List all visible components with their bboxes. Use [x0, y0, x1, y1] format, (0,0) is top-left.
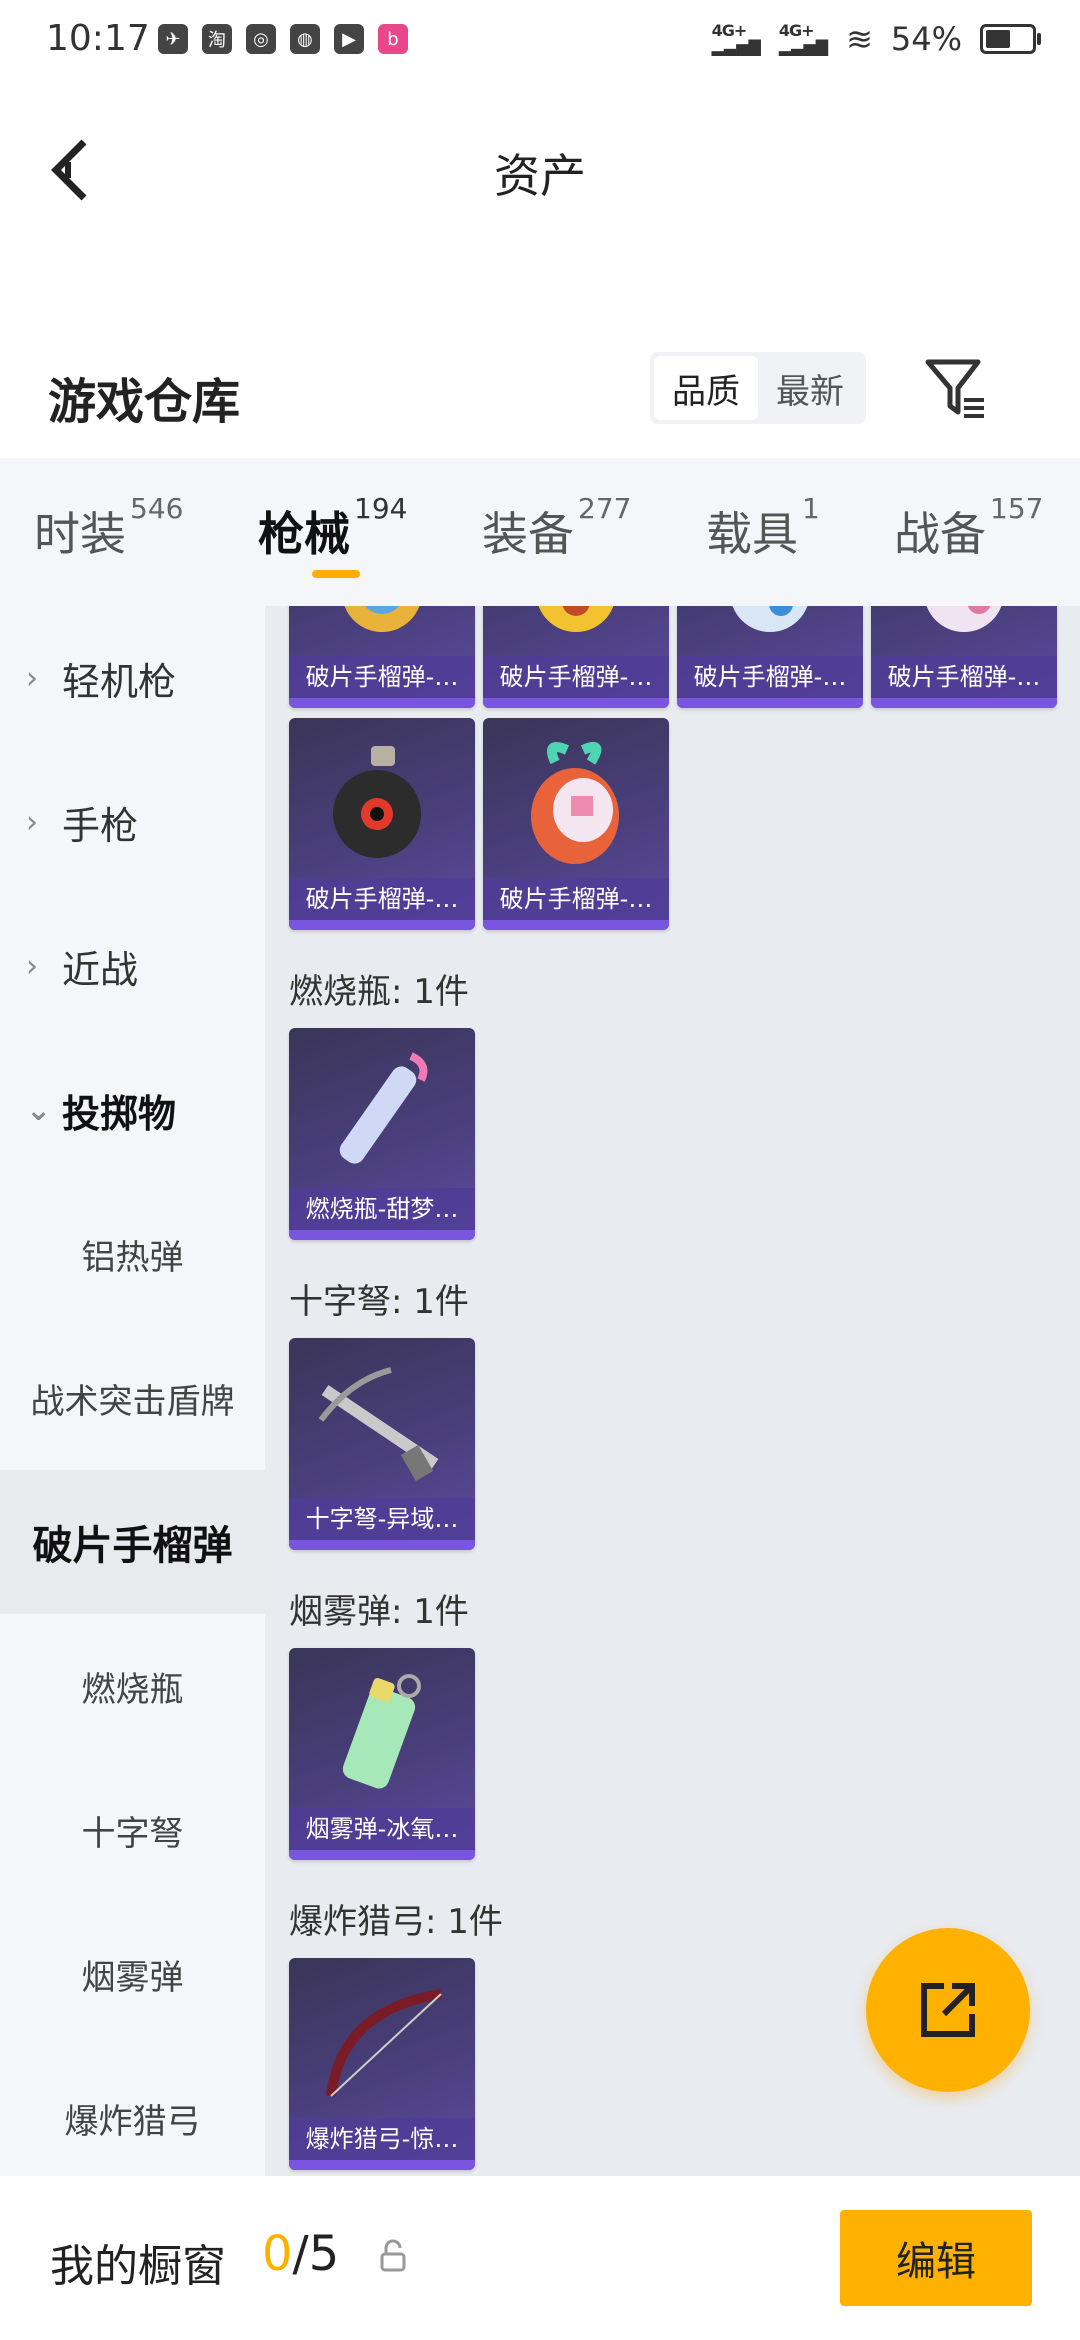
- sidebar-item-explosive-bow[interactable]: 爆炸猎弓: [0, 2046, 265, 2190]
- section-label-explosive-bow: 爆炸猎弓: 1件: [289, 1902, 503, 1942]
- item-card[interactable]: 十字弩-异域…: [289, 1338, 475, 1550]
- bird-icon: ✈: [158, 24, 188, 54]
- showcase-count: 0/5: [262, 2226, 340, 2282]
- item-card[interactable]: 燃烧瓶-甜梦…: [289, 1028, 475, 1240]
- item-card[interactable]: 破片手榴弹-…: [871, 606, 1057, 708]
- item-card[interactable]: 破片手榴弹-…: [483, 718, 669, 930]
- sidebar-item-molotov[interactable]: 燃烧瓶: [0, 1614, 265, 1758]
- share-fab-button[interactable]: [866, 1928, 1030, 2092]
- chevron-right-icon: ›: [26, 948, 38, 984]
- section-label-smoke: 烟雾弹: 1件: [289, 1592, 469, 1632]
- chevron-down-icon: ⌄: [26, 1092, 52, 1128]
- item-caption: 破片手榴弹-…: [483, 878, 669, 920]
- smoke-grenade-icon: [342, 1674, 421, 1789]
- item-caption: 破片手榴弹-…: [289, 878, 475, 920]
- sidebar-item-crossbow[interactable]: 十字弩: [0, 1758, 265, 1902]
- status-time: 10:17: [46, 18, 150, 59]
- category-tabs: 时装 546 枪械 194 装备 277 载具 1 战备 157: [0, 458, 1080, 606]
- signal-icon-2: 4G+ ▂▃▅▇: [778, 21, 829, 56]
- sidebar-item-frag-grenade[interactable]: 破片手榴弹: [0, 1470, 265, 1614]
- leaf-icon: ◍: [290, 24, 320, 54]
- item-caption: 破片手榴弹-…: [871, 656, 1057, 698]
- signal-icon: 4G+ ▂▃▅▇: [711, 21, 761, 56]
- play-icon: ▶: [334, 24, 364, 54]
- sidebar: › 轻机枪 › 手枪 › 近战 ⌄ 投掷物 铝热弹 战术突击盾牌 破片手榴弹 燃烧瓶 十…: [0, 606, 265, 2176]
- item-caption: 爆炸猎弓-惊…: [289, 2118, 475, 2160]
- status-right: 4G+ ▂▃▅▇ 4G+ ▂▃▅▇ ≋ 54%: [711, 20, 1041, 58]
- grenade-skin-icon: [538, 606, 614, 632]
- wifi-icon: ≋: [846, 20, 873, 58]
- section-label-crossbow: 十字弩: 1件: [289, 1282, 469, 1322]
- chevron-right-icon: ›: [26, 660, 38, 696]
- showcase-label: 我的橱窗: [50, 2241, 226, 2292]
- bow-icon: [326, 1989, 442, 2097]
- showcase-bar: 我的橱窗 0/5 编辑: [0, 2176, 1080, 2340]
- item-card[interactable]: 烟雾弹-冰氧…: [289, 1648, 475, 1860]
- item-caption: 破片手榴弹-…: [483, 656, 669, 698]
- item-caption: 烟雾弹-冰氧…: [289, 1808, 475, 1850]
- item-card[interactable]: 爆炸猎弓-惊…: [289, 1958, 475, 2170]
- item-card[interactable]: 破片手榴弹-…: [289, 718, 475, 930]
- frag-grenade-icon: [333, 746, 421, 858]
- item-card[interactable]: 破片手榴弹-…: [289, 606, 475, 708]
- item-caption: 十字弩-异域…: [289, 1498, 475, 1540]
- status-bar: 10:17 ✈ 淘 ◎ ◍ ▶ b 4G+ ▂▃▅▇ 4G+ ▂▃▅▇ ≋ 54%: [0, 0, 1080, 86]
- page-title: 资产: [494, 149, 586, 203]
- sidebar-item-pistol[interactable]: › 手枪: [0, 750, 265, 894]
- sort-toggle: 品质 最新: [650, 352, 866, 424]
- edit-button[interactable]: 编辑: [840, 2210, 1032, 2306]
- game-icon: ◎: [246, 24, 276, 54]
- notification-icons: ✈ 淘 ◎ ◍ ▶ b: [158, 24, 408, 54]
- lock-icon: [380, 2239, 406, 2272]
- tab-supplies[interactable]: 战备 157: [894, 492, 1043, 564]
- sidebar-item-smoke[interactable]: 烟雾弹: [0, 1902, 265, 2046]
- section-label-molotov: 燃烧瓶: 1件: [289, 972, 469, 1012]
- battery-percent: 54%: [890, 20, 962, 58]
- sort-newest-option[interactable]: 最新: [758, 356, 862, 420]
- item-card[interactable]: 破片手榴弹-…: [677, 606, 863, 708]
- sidebar-item-lmg[interactable]: › 轻机枪: [0, 606, 265, 750]
- tab-guns[interactable]: 枪械 194: [258, 492, 407, 564]
- active-tab-indicator: [312, 570, 360, 578]
- sidebar-item-thermite[interactable]: 铝热弹: [0, 1182, 265, 1326]
- grenade-skin-icon: [732, 606, 808, 632]
- item-caption: 破片手榴弹-…: [677, 656, 863, 698]
- crossbow-icon: [318, 1367, 439, 1481]
- tab-vehicles[interactable]: 载具 1: [706, 492, 820, 564]
- export-icon: [921, 1983, 975, 2037]
- filter-button[interactable]: [920, 352, 992, 424]
- item-caption: 破片手榴弹-…: [289, 656, 475, 698]
- battery-icon: [980, 24, 1041, 54]
- item-caption: 燃烧瓶-甜梦…: [289, 1188, 475, 1230]
- item-card[interactable]: 破片手榴弹-…: [483, 606, 669, 708]
- molotov-icon: [339, 1052, 428, 1164]
- sort-quality-option[interactable]: 品质: [654, 356, 758, 420]
- sidebar-item-shield[interactable]: 战术突击盾牌: [0, 1326, 265, 1470]
- grenade-skin-icon: [344, 606, 420, 632]
- taobao-icon: 淘: [202, 24, 232, 54]
- strawberry-grenade-icon: [531, 742, 619, 864]
- sidebar-item-melee[interactable]: › 近战: [0, 894, 265, 1038]
- bilibili-icon: b: [378, 24, 408, 54]
- sidebar-item-throwables[interactable]: ⌄ 投掷物: [0, 1038, 265, 1182]
- warehouse-title: 游戏仓库: [48, 374, 241, 430]
- tab-equipment[interactable]: 装备 277: [482, 492, 631, 564]
- filter-icon: [925, 359, 984, 418]
- tab-fashion[interactable]: 时装 546: [34, 492, 183, 564]
- chevron-right-icon: ›: [26, 804, 38, 840]
- grenade-skin-icon: [926, 606, 1002, 632]
